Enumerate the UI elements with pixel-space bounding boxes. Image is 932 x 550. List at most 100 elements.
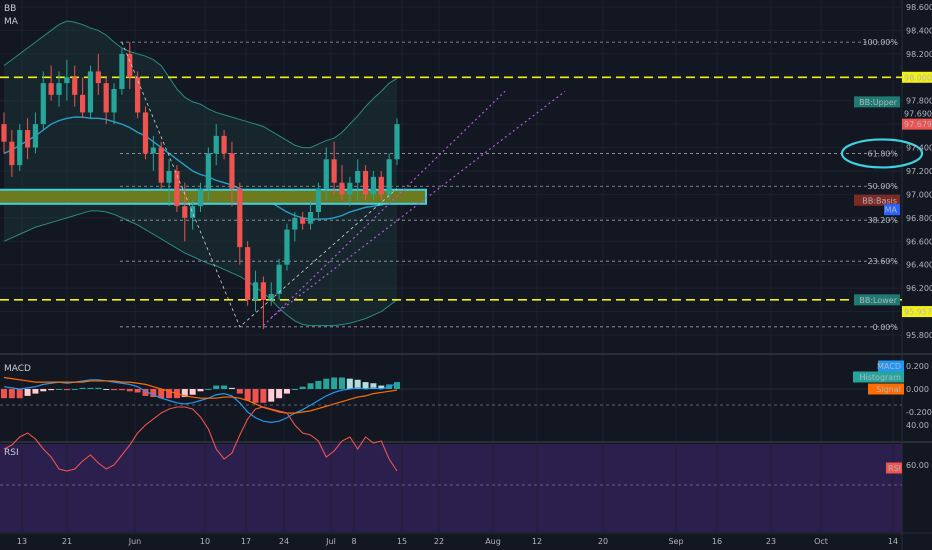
- candle-body: [135, 77, 141, 113]
- series-tag-text: BB:Basis: [862, 196, 897, 205]
- support-zone-box: [0, 188, 427, 205]
- fib-level-label: 61.80%: [867, 149, 898, 158]
- candle-body: [103, 83, 109, 113]
- time-axis-tick: 12: [532, 537, 542, 546]
- macd-histogram-bar: [16, 389, 23, 399]
- candle-body: [56, 83, 62, 95]
- candle-body: [142, 112, 149, 154]
- price-axis-tick: 98.200: [906, 50, 932, 59]
- candle-body: [182, 206, 188, 218]
- time-axis-tick: 14: [888, 537, 898, 546]
- macd-histogram-bar: [95, 387, 102, 389]
- macd-legend-tag: Histogram: [860, 373, 902, 382]
- candle-body: [64, 77, 70, 84]
- macd-histogram-bar: [315, 380, 322, 389]
- indicator-label-bb[interactable]: BB: [4, 4, 16, 14]
- macd-histogram-bar: [126, 389, 133, 392]
- trading-chart[interactable]: 100.00% 61.80% 50.00% 38.20% 23.60% 0.00% 98.6…: [0, 0, 932, 550]
- price-axis-tick: 97.000: [906, 190, 932, 199]
- time-axis-tick: 16: [712, 537, 722, 546]
- candle-body: [48, 83, 54, 95]
- macd-histogram-bar: [40, 389, 47, 392]
- fib-level-label: 0.00%: [873, 323, 899, 332]
- macd-histogram-bar: [394, 382, 400, 389]
- indicator-label-rsi[interactable]: RSI: [4, 448, 19, 458]
- candle-body: [40, 83, 46, 125]
- price-axis-tick: 95.800: [906, 331, 932, 340]
- candle-body: [339, 182, 345, 195]
- macd-histogram-bar: [56, 389, 63, 390]
- macd-histogram-bar: [307, 383, 314, 389]
- candle-body: [386, 159, 392, 195]
- macd-histogram-bar: [189, 389, 196, 395]
- candle-body: [229, 153, 235, 189]
- candle-body: [174, 171, 180, 207]
- macd-histogram-bar: [79, 387, 86, 389]
- indicator-label-macd[interactable]: MACD: [4, 364, 31, 374]
- candle-body: [355, 171, 361, 183]
- macd-histogram-bar: [236, 389, 243, 394]
- macd-histogram-bar: [276, 389, 283, 399]
- macd-histogram-bar: [111, 389, 118, 391]
- candle-body: [150, 147, 156, 154]
- price-axis-tick: 97.200: [906, 167, 932, 176]
- candle-body: [32, 124, 39, 148]
- macd-axis-tick: 0.200: [906, 362, 929, 371]
- candle-body: [245, 247, 251, 300]
- time-axis-tick: 15: [397, 537, 407, 546]
- time-axis-tick: 20: [598, 537, 608, 546]
- macd-histogram-bar: [87, 387, 94, 389]
- candle-body: [9, 141, 15, 166]
- macd-histogram-bar: [283, 389, 290, 394]
- candle-body: [331, 159, 337, 183]
- price-axis-tick: 96.800: [906, 214, 932, 223]
- macd-histogram-bar: [252, 389, 259, 403]
- candle-body: [276, 264, 282, 294]
- time-axis-tick: Aug: [485, 537, 501, 546]
- fib-level-label: 38.20%: [867, 216, 898, 225]
- candle-body: [292, 217, 298, 230]
- candle-body: [260, 282, 266, 300]
- candle-body: [158, 147, 164, 183]
- time-axis-tick: Jun: [128, 537, 142, 546]
- candle-body: [394, 124, 400, 160]
- time-axis-tick: 13: [17, 537, 27, 546]
- candle-body: [1, 124, 7, 142]
- candle-body: [362, 171, 369, 195]
- candle-body: [221, 135, 227, 154]
- time-axis-tick: Oct: [814, 537, 828, 546]
- candle-body: [300, 217, 306, 224]
- candle-body: [80, 94, 86, 113]
- candle-body: [119, 53, 125, 89]
- price-axis-tick: 97.400: [906, 144, 932, 153]
- series-tag-text: BB:Lower: [859, 296, 897, 305]
- macd-axis-tick: 0.000: [906, 385, 929, 394]
- macd-histogram-bar: [1, 389, 7, 399]
- price-tag-text: 97.690: [904, 110, 932, 119]
- macd-histogram-bar: [48, 389, 55, 391]
- macd-histogram-bar: [32, 389, 39, 394]
- candle-body: [370, 176, 377, 195]
- macd-histogram-bar: [134, 389, 141, 393]
- time-axis-tick: 22: [434, 537, 444, 546]
- time-axis-tick: 21: [62, 537, 72, 546]
- time-axis-tick: 23: [766, 537, 776, 546]
- macd-histogram-bar: [338, 377, 345, 389]
- macd-histogram-bar: [103, 389, 110, 390]
- fib-level-label: 50.00%: [867, 182, 898, 191]
- macd-histogram-bar: [63, 389, 70, 391]
- candle-body: [284, 229, 290, 265]
- candle-body: [24, 130, 31, 148]
- candle-body: [252, 282, 259, 300]
- indicator-label-ma[interactable]: MA: [4, 17, 18, 27]
- rsi-axis-tick: 40.00: [906, 421, 929, 430]
- series-tag-text: BB:Upper: [859, 98, 898, 107]
- macd-histogram-bar: [299, 386, 306, 389]
- macd-histogram-bar: [323, 378, 330, 389]
- candle-body: [347, 182, 353, 195]
- price-axis-tick: 96.200: [906, 284, 932, 293]
- macd-histogram-bar: [244, 389, 251, 401]
- macd-histogram-bar: [118, 389, 125, 391]
- candle-body: [323, 159, 329, 189]
- macd-axis-tick: -0.200: [906, 408, 932, 417]
